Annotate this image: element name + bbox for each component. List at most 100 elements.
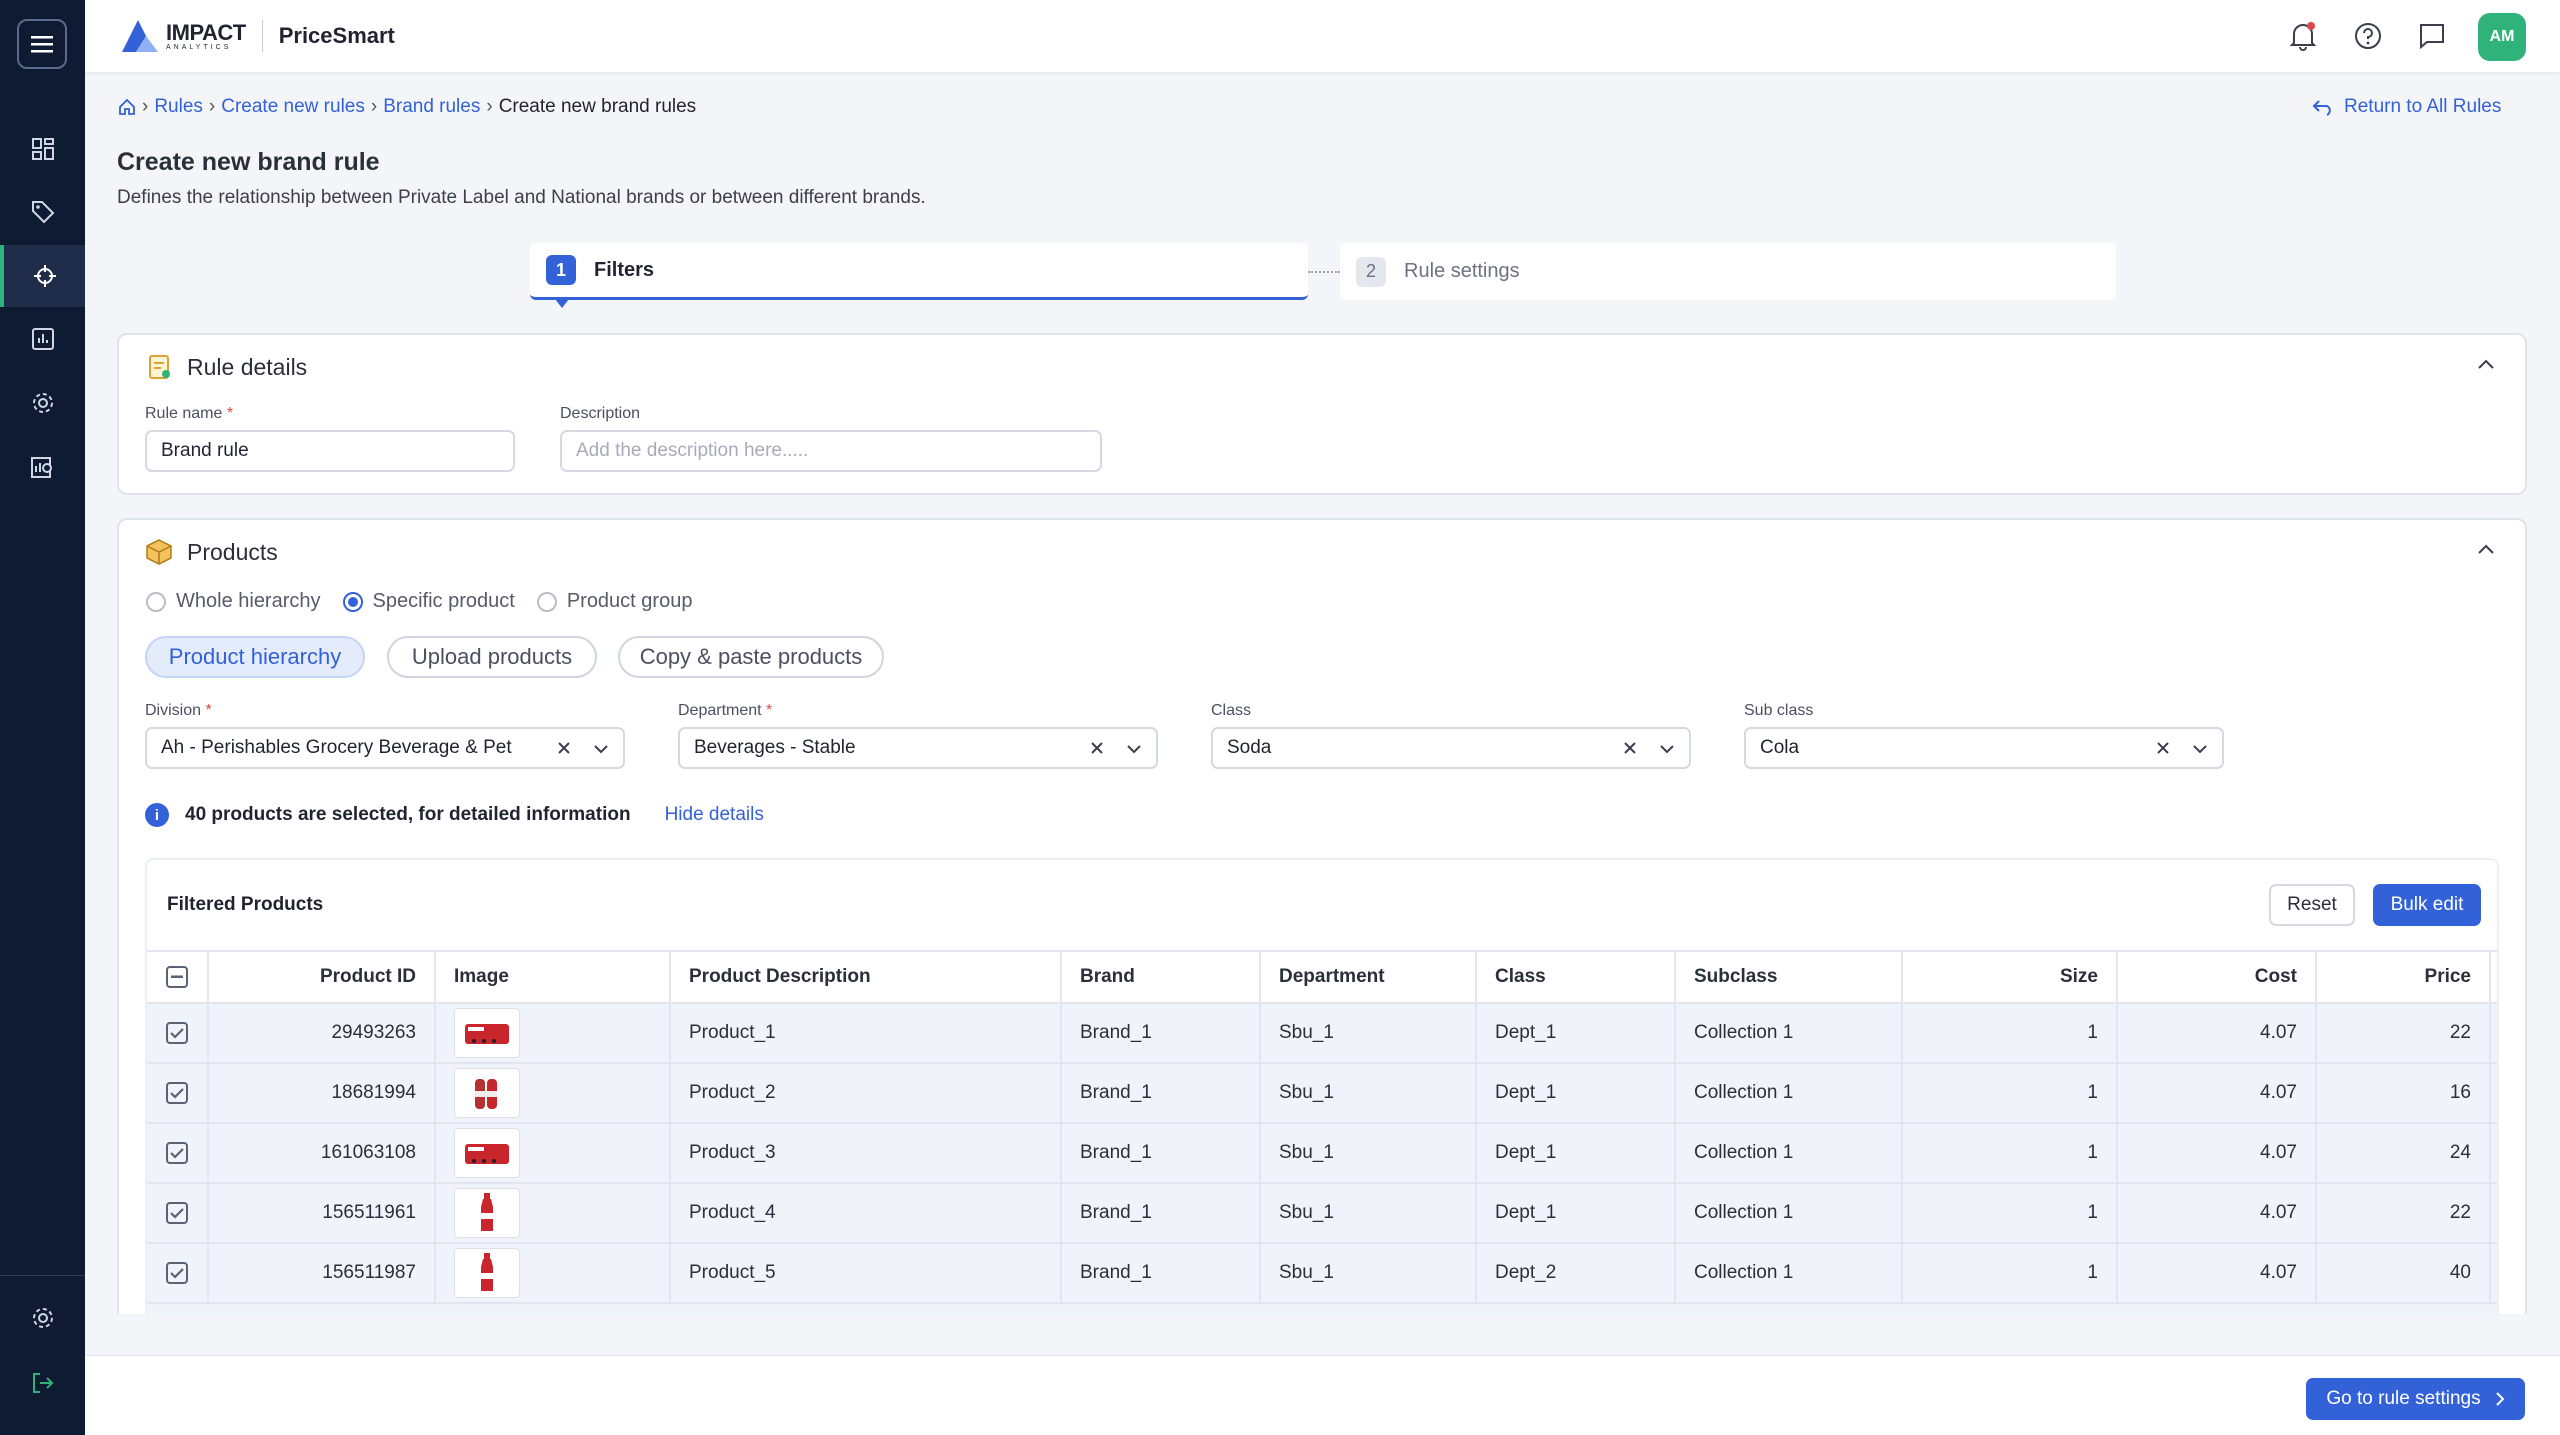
hide-details-link[interactable]: Hide details bbox=[665, 804, 764, 826]
division-select[interactable]: Ah - Perishables Grocery Beverage & Pet bbox=[145, 727, 625, 769]
row-checkbox[interactable] bbox=[166, 1202, 188, 1224]
step-rule-settings[interactable]: 2 Rule settings bbox=[1340, 243, 2116, 300]
breadcrumb-rules[interactable]: Rules bbox=[154, 96, 203, 118]
help-button[interactable] bbox=[2350, 18, 2386, 54]
table-row[interactable]: 161063108 Product_3 Brand_1 Sbu_1 Dept_1 Coll… bbox=[147, 1124, 2497, 1184]
step-filters[interactable]: 1 Filters bbox=[530, 243, 1308, 300]
radio-button[interactable] bbox=[536, 591, 557, 612]
collapse-products-button[interactable] bbox=[2477, 542, 2495, 560]
description-input[interactable]: Add the description here..... bbox=[560, 430, 1102, 472]
sidebar-item-dashboard[interactable] bbox=[0, 118, 85, 180]
return-to-all-rules-link[interactable]: Return to All Rules bbox=[2312, 96, 2501, 118]
scope-radio-group: Whole hierarchy Specific product Product… bbox=[146, 590, 714, 613]
breadcrumb-brand-rules[interactable]: Brand rules bbox=[383, 96, 480, 118]
department-cell: Sbu_1 bbox=[1261, 1064, 1477, 1122]
col-class[interactable]: Class bbox=[1477, 952, 1676, 1002]
radio-button[interactable] bbox=[146, 591, 166, 612]
tab-upload-products[interactable]: Upload products bbox=[387, 636, 597, 678]
logo[interactable]: IMPACT ANALYTICS PriceSmart bbox=[120, 18, 395, 54]
cost-cell: 4.07 bbox=[2118, 1184, 2317, 1242]
department-select[interactable]: Beverages - Stable bbox=[678, 727, 1158, 769]
selection-info-text: 40 products are selected, for detailed i… bbox=[185, 804, 631, 825]
reset-button[interactable]: Reset bbox=[2269, 884, 2355, 926]
radio-specific-product[interactable]: Specific product bbox=[342, 590, 515, 613]
table-row[interactable]: 29493263 Product_1 Brand_1 Sbu_1 Dept_1 Colle… bbox=[147, 1004, 2497, 1064]
check-icon bbox=[170, 1028, 184, 1039]
app-name: PriceSmart bbox=[278, 23, 395, 48]
col-price[interactable]: Price bbox=[2317, 952, 2491, 1002]
tab-product-hierarchy[interactable]: Product hierarchy bbox=[145, 636, 365, 678]
product-thumbnail[interactable] bbox=[454, 1188, 520, 1238]
row-checkbox[interactable] bbox=[166, 1082, 188, 1104]
table-row[interactable]: 18681994 Product_2 Brand_1 Sbu_1 Dept_1 Colle… bbox=[147, 1064, 2497, 1124]
logo-text: IMPACT bbox=[166, 19, 246, 45]
sidebar-item-analytics[interactable] bbox=[0, 436, 85, 498]
menu-toggle-button[interactable] bbox=[17, 19, 67, 69]
col-product-description[interactable]: Product Description bbox=[671, 952, 1062, 1002]
go-to-rule-settings-button[interactable]: Go to rule settings bbox=[2306, 1378, 2525, 1420]
top-header: IMPACT ANALYTICS PriceSmart AM bbox=[85, 0, 2560, 72]
breadcrumb-create-new-rules[interactable]: Create new rules bbox=[221, 96, 365, 118]
logo-divider bbox=[261, 20, 263, 52]
col-product-id[interactable]: Product ID bbox=[209, 952, 436, 1002]
class-cell: Dept_1 bbox=[1477, 1124, 1676, 1182]
col-cost[interactable]: Cost bbox=[2118, 952, 2317, 1002]
table-row[interactable]: 156511961 Product_4 Brand_1 Sbu_1 Dept_1 Coll… bbox=[147, 1184, 2497, 1244]
cost-cell: 4.07 bbox=[2118, 1064, 2317, 1122]
radio-product-group[interactable]: Product group bbox=[536, 590, 692, 613]
col-size[interactable]: Size bbox=[1903, 952, 2118, 1002]
product-image-icon bbox=[481, 1253, 493, 1291]
row-checkbox[interactable] bbox=[166, 1262, 188, 1284]
row-checkbox[interactable] bbox=[166, 1022, 188, 1044]
radio-whole-hierarchy[interactable]: Whole hierarchy bbox=[146, 590, 321, 613]
page-description: Defines the relationship between Private… bbox=[117, 187, 926, 208]
messages-button[interactable] bbox=[2414, 18, 2450, 54]
size-cell: 1 bbox=[1903, 1064, 2118, 1122]
step-active-indicator bbox=[555, 299, 569, 308]
product-thumbnail[interactable] bbox=[454, 1128, 520, 1178]
sidebar-item-configuration[interactable] bbox=[0, 372, 85, 434]
return-label: Return to All Rules bbox=[2344, 96, 2502, 117]
rule-document-icon bbox=[149, 355, 170, 379]
department-cell: Sbu_1 bbox=[1261, 1124, 1477, 1182]
avatar[interactable]: AM bbox=[2478, 13, 2526, 61]
notifications-button[interactable] bbox=[2285, 18, 2321, 54]
clear-icon[interactable] bbox=[1619, 737, 1641, 759]
page-title: Create new brand rule bbox=[117, 148, 380, 176]
col-subclass[interactable]: Subclass bbox=[1676, 952, 1903, 1002]
sidebar-item-logout[interactable] bbox=[0, 1352, 85, 1414]
impact-logo-icon bbox=[122, 20, 158, 52]
clear-icon[interactable] bbox=[2152, 737, 2174, 759]
product-thumbnail[interactable] bbox=[454, 1248, 520, 1298]
settings-icon bbox=[32, 393, 53, 413]
analytics-icon bbox=[30, 457, 52, 478]
sidebar-item-rules[interactable] bbox=[0, 245, 85, 307]
price-cell: 16 bbox=[2317, 1064, 2491, 1122]
subclass-select[interactable]: Cola bbox=[1744, 727, 2224, 769]
col-department[interactable]: Department bbox=[1261, 952, 1477, 1002]
clear-icon[interactable] bbox=[1086, 737, 1108, 759]
select-all-checkbox[interactable] bbox=[166, 966, 188, 988]
collapse-rule-details-button[interactable] bbox=[2477, 357, 2495, 375]
home-icon[interactable] bbox=[118, 98, 136, 116]
tab-copy-paste-products[interactable]: Copy & paste products bbox=[618, 636, 884, 678]
clear-icon[interactable] bbox=[553, 737, 575, 759]
class-select[interactable]: Soda bbox=[1211, 727, 1691, 769]
rule-name-input[interactable]: Brand rule bbox=[145, 430, 515, 472]
product-thumbnail[interactable] bbox=[454, 1068, 520, 1118]
product-thumbnail[interactable] bbox=[454, 1008, 520, 1058]
col-image[interactable]: Image bbox=[436, 952, 671, 1002]
sidebar-item-pricing[interactable] bbox=[0, 181, 85, 243]
sidebar-item-reports[interactable] bbox=[0, 308, 85, 370]
product-image-icon bbox=[481, 1193, 493, 1231]
sidebar-item-settings[interactable] bbox=[0, 1287, 85, 1349]
col-brand[interactable]: Brand bbox=[1062, 952, 1261, 1002]
bulk-edit-button[interactable]: Bulk edit bbox=[2373, 884, 2481, 926]
table-row[interactable]: 156511987 Product_5 Brand_1 Sbu_1 Dept_2 Coll… bbox=[147, 1244, 2497, 1304]
subclass-cell: Collection 1 bbox=[1676, 1124, 1903, 1182]
sidebar-divider bbox=[0, 1275, 85, 1276]
radio-button[interactable] bbox=[342, 591, 363, 612]
row-checkbox[interactable] bbox=[166, 1142, 188, 1164]
brand-cell: Brand_1 bbox=[1062, 1184, 1261, 1242]
product-image-cell bbox=[436, 1004, 671, 1062]
